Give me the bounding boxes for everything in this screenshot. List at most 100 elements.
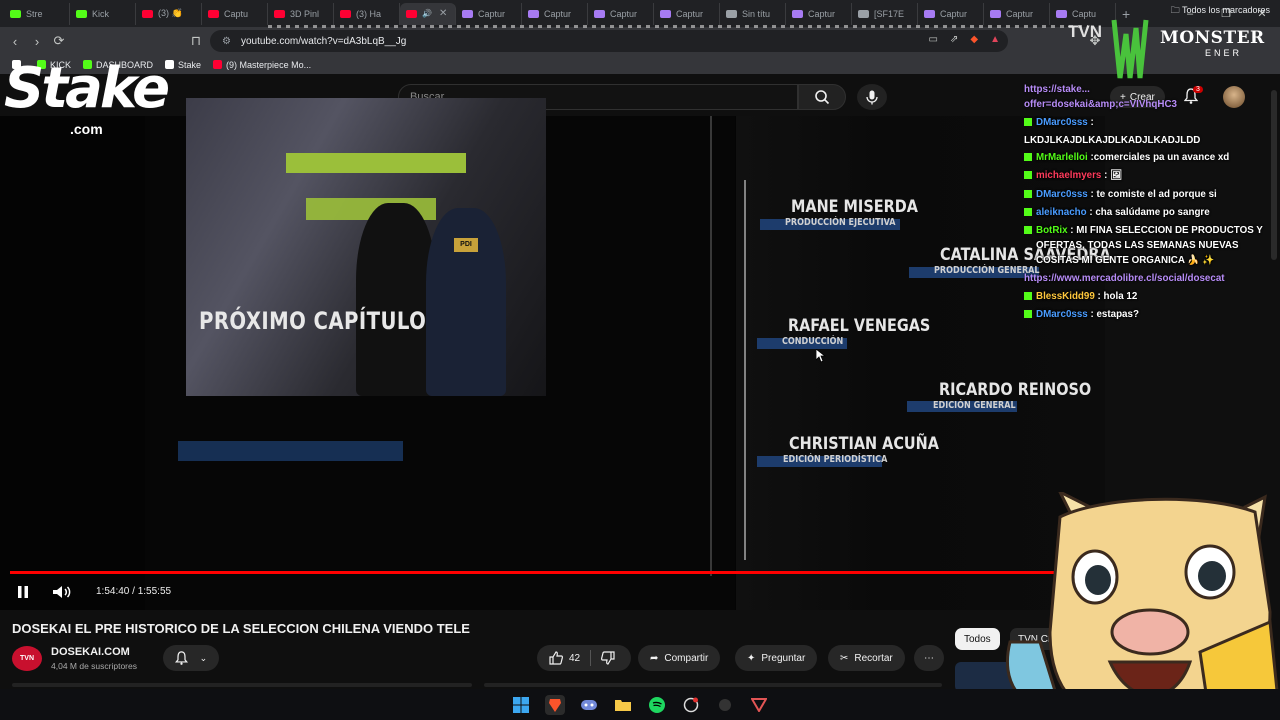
promo-label: PRÓXIMO CAPÍTULO bbox=[199, 307, 427, 335]
station-sign bbox=[286, 153, 466, 173]
credits-divider-faint bbox=[710, 116, 712, 576]
page-scrollbar[interactable] bbox=[1271, 90, 1277, 260]
kick-badge-icon bbox=[1024, 207, 1032, 216]
share-button[interactable]: ➦ Compartir bbox=[638, 645, 721, 671]
tab-audio-icon[interactable]: 🔊 bbox=[422, 9, 432, 18]
bookmark-item[interactable]: (9) Masterpiece Mo... bbox=[213, 60, 311, 70]
credit-role: CONDUCCIÓN bbox=[782, 336, 844, 347]
ask-button[interactable]: ✦ Preguntar bbox=[735, 645, 818, 671]
tab-title: Captur bbox=[676, 8, 704, 19]
file-explorer-icon[interactable] bbox=[613, 695, 633, 715]
pdi-badge: PDI bbox=[454, 238, 478, 252]
chat-message: michaelmyers : 🖼 bbox=[1022, 168, 1267, 183]
bookmark-icon[interactable]: ⊓ bbox=[185, 33, 207, 49]
tab-favicon-icon bbox=[1056, 9, 1067, 18]
chat-message: BotRix : MI FINA SELECCION DE PRODUCTOS … bbox=[1022, 223, 1267, 268]
credit-role: PRODUCCIÓN EJECUTIVA bbox=[785, 217, 896, 228]
player-controls: 1:54:40 / 1:55:55 bbox=[0, 580, 1105, 606]
credit-name: RICARDO REINOSO bbox=[939, 380, 1092, 400]
voice-search-button[interactable] bbox=[857, 84, 887, 110]
progress-bar[interactable] bbox=[10, 571, 1095, 574]
browser-tab[interactable]: Captur bbox=[786, 2, 852, 25]
tab-favicon-icon bbox=[528, 9, 539, 18]
subscription-bell-button[interactable]: ⌄ bbox=[163, 645, 219, 671]
browser-tab[interactable]: (3) Ha bbox=[334, 2, 400, 25]
more-actions-button[interactable]: ⋯ bbox=[914, 645, 944, 671]
channel-name[interactable]: DOSEKAI.COM bbox=[51, 646, 130, 658]
chat-username[interactable]: MrMarlelloi bbox=[1036, 152, 1088, 163]
browser-tab[interactable]: 3D Pinl bbox=[268, 2, 334, 25]
kick-badge-icon bbox=[1024, 153, 1032, 162]
video-player[interactable] bbox=[0, 116, 1105, 610]
browser-tab[interactable]: Captu bbox=[202, 2, 268, 25]
address-bar[interactable]: ⚙ youtube.com/watch?v=dA3bLqB__Jg ▭ ⇗ ◆ … bbox=[210, 30, 1008, 52]
bookmark-item[interactable]: Stake bbox=[165, 60, 201, 70]
search-button[interactable] bbox=[798, 84, 846, 110]
share-icon: ➦ bbox=[650, 652, 659, 664]
browser-tab[interactable]: Sin títu bbox=[720, 2, 786, 25]
browser-tab[interactable]: Captur bbox=[456, 2, 522, 25]
background-app-icon[interactable] bbox=[715, 695, 735, 715]
tab-title: Captur bbox=[940, 8, 968, 19]
chat-link-partial[interactable]: offer=dosekai&amp;c=VIVhqHC3 bbox=[1022, 97, 1267, 112]
like-icon[interactable] bbox=[549, 651, 563, 665]
browser-tab[interactable]: Kick bbox=[70, 2, 136, 25]
chat-username[interactable]: DMarc0sss bbox=[1036, 189, 1088, 200]
tab-title: Captur bbox=[1006, 8, 1034, 19]
chat-username[interactable]: DMarc0sss bbox=[1036, 117, 1088, 128]
reload-icon[interactable]: ⟳ bbox=[48, 33, 70, 49]
credit-name: RAFAEL VENEGAS bbox=[788, 316, 931, 336]
app-with-notification-icon[interactable] bbox=[681, 695, 701, 715]
browser-tab[interactable]: Captur bbox=[654, 2, 720, 25]
discord-icon[interactable] bbox=[579, 695, 599, 715]
forward-icon[interactable]: › bbox=[26, 34, 48, 49]
browser-tab[interactable]: (3) 👏 bbox=[136, 2, 202, 25]
brave-shield-icon[interactable]: ◆ bbox=[970, 34, 978, 45]
like-count[interactable]: 42 bbox=[569, 653, 580, 664]
chat-username[interactable]: BotRix bbox=[1036, 225, 1068, 236]
browser-tab[interactable]: Captur bbox=[984, 2, 1050, 25]
clip-button[interactable]: ✂ Recortar bbox=[828, 645, 905, 671]
chat-link[interactable]: https://www.mercadolibre.cl/social/dosec… bbox=[1022, 271, 1267, 286]
browser-tab[interactable]: Captur bbox=[588, 2, 654, 25]
kick-badge-icon bbox=[1024, 189, 1032, 198]
spotify-icon[interactable] bbox=[647, 695, 667, 715]
chat-message: DMarc0sss : estapas? bbox=[1022, 307, 1267, 322]
chat-username[interactable]: BlessKidd99 bbox=[1036, 291, 1095, 302]
browser-tab[interactable]: [SF17E bbox=[852, 2, 918, 25]
tvn-network-bug: TVN bbox=[1068, 22, 1102, 41]
ea-app-icon[interactable] bbox=[749, 695, 769, 715]
cast-icon[interactable]: ▭ bbox=[929, 34, 938, 45]
tab-close-icon[interactable]: ✕ bbox=[439, 8, 447, 19]
chat-link-partial[interactable]: https://stake... bbox=[1022, 82, 1267, 97]
tab-favicon-icon bbox=[406, 9, 417, 18]
chat-username[interactable]: michaelmyers bbox=[1036, 170, 1101, 181]
back-icon[interactable]: ‹ bbox=[4, 34, 26, 49]
chat-message: aleiknacho : cha salúdame po sangre bbox=[1022, 205, 1267, 220]
dislike-icon[interactable] bbox=[601, 651, 615, 665]
site-info-icon[interactable]: ⚙ bbox=[222, 36, 231, 47]
share-page-icon[interactable]: ⇗ bbox=[950, 34, 958, 45]
pause-icon[interactable] bbox=[16, 585, 30, 599]
windows-start-icon[interactable] bbox=[511, 695, 531, 715]
chat-username[interactable]: DMarc0sss bbox=[1036, 309, 1088, 320]
browser-tab[interactable]: Captur bbox=[522, 2, 588, 25]
volume-icon[interactable] bbox=[52, 585, 72, 599]
brave-browser-icon[interactable] bbox=[545, 694, 565, 715]
chat-username[interactable]: aleiknacho bbox=[1036, 207, 1087, 218]
monster-energy-logo bbox=[1111, 19, 1149, 79]
tab-favicon-icon bbox=[726, 9, 737, 18]
kick-badge-icon bbox=[1024, 292, 1032, 301]
browser-tab-active[interactable]: 🔊 ✕ bbox=[400, 2, 456, 25]
tab-favicon-icon bbox=[858, 9, 869, 18]
chat-text: : estapas? bbox=[1087, 309, 1139, 321]
description-box-edge bbox=[12, 683, 472, 687]
chat-text: : 🖼 bbox=[1101, 170, 1123, 182]
channel-avatar[interactable]: TVN bbox=[12, 646, 42, 671]
credit-name: CHRISTIAN ACUÑA bbox=[789, 434, 939, 454]
brave-rewards-icon[interactable]: ▲ bbox=[990, 34, 1000, 45]
browser-tab[interactable]: Captur bbox=[918, 2, 984, 25]
browser-tab[interactable]: Stre bbox=[4, 2, 70, 25]
more-icon: ⋯ bbox=[924, 652, 934, 664]
chip-all[interactable]: Todos bbox=[955, 628, 1000, 650]
